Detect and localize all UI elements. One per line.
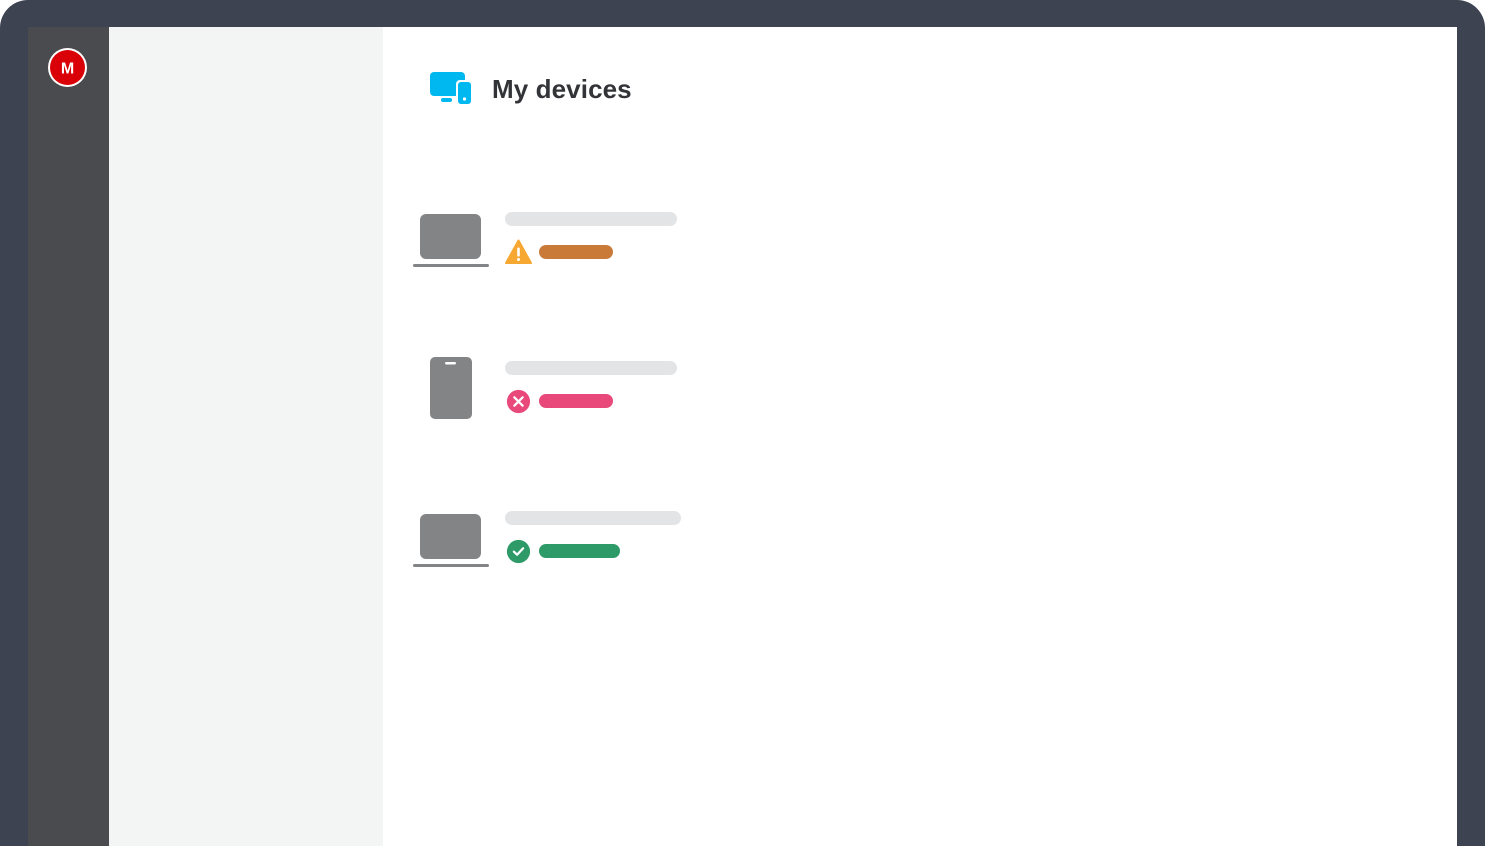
device-name bbox=[505, 511, 506, 512]
check-icon bbox=[506, 539, 531, 564]
device-name bbox=[505, 361, 506, 362]
warning-icon bbox=[505, 239, 532, 264]
device-name bbox=[505, 212, 506, 213]
side-panel bbox=[109, 27, 383, 846]
page-header: My devices bbox=[430, 72, 632, 106]
status-text bbox=[539, 394, 540, 395]
mega-logo-icon[interactable]: M bbox=[47, 47, 88, 88]
status-text bbox=[539, 544, 540, 545]
page-title: My devices bbox=[492, 73, 632, 104]
device-name-placeholder bbox=[505, 361, 677, 375]
status-bar bbox=[539, 394, 613, 408]
device-frame: M My devices bbox=[0, 0, 1485, 846]
svg-text:M: M bbox=[61, 61, 74, 78]
device-list-item[interactable] bbox=[413, 357, 713, 441]
app-window: M My devices bbox=[28, 27, 1457, 846]
status-bar bbox=[539, 544, 620, 558]
devices-icon bbox=[430, 72, 473, 106]
device-name-placeholder bbox=[505, 212, 677, 226]
status-text bbox=[539, 245, 540, 246]
phone-icon bbox=[430, 357, 472, 419]
device-list-item[interactable] bbox=[413, 511, 713, 591]
status-bar bbox=[539, 245, 613, 259]
error-icon bbox=[506, 389, 531, 414]
laptop-icon bbox=[413, 514, 489, 567]
navigation-rail: M bbox=[28, 27, 109, 846]
device-name-placeholder bbox=[505, 511, 681, 525]
device-list-item[interactable] bbox=[413, 212, 713, 292]
laptop-icon bbox=[413, 214, 489, 267]
main-content: My devices bbox=[383, 27, 1457, 846]
